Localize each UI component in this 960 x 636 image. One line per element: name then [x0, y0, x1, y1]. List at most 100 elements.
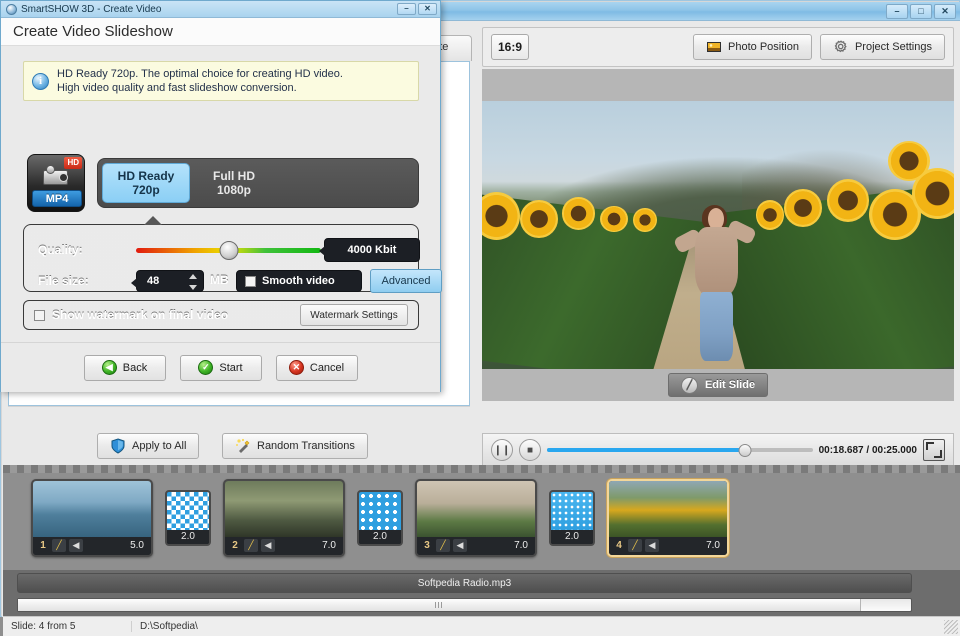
slide-info-bar: 2 ╱ ◀ 7.0 [225, 536, 343, 555]
transition-duration[interactable]: 2.0 [551, 529, 593, 544]
start-button[interactable]: ✓ Start [179, 354, 262, 381]
timeline-scrollbar-thumb[interactable] [18, 599, 861, 611]
photo-position-button[interactable]: Photo Position [693, 34, 812, 60]
bitrate-display: 4000 Kbit [319, 238, 420, 262]
fullscreen-button[interactable] [923, 439, 945, 461]
app-close-button[interactable]: ✕ [934, 4, 956, 19]
scrollbar-grip-icon [435, 602, 443, 608]
pause-button[interactable]: ❙❙ [491, 439, 513, 461]
slide-thumbnail-3[interactable]: 3 ╱ ◀ 7.0 [415, 478, 537, 557]
apply-to-all-label: Apply to All [132, 440, 187, 452]
slide-sound-icon[interactable]: ◀ [645, 539, 659, 552]
watermark-settings-button[interactable]: Watermark Settings [300, 304, 408, 326]
transition-preview-icon [167, 491, 209, 530]
slide-duration[interactable]: 7.0 [706, 540, 723, 551]
app-window-controls: – □ ✕ [886, 4, 956, 19]
dialog-close-button[interactable]: ✕ [418, 3, 437, 15]
app-maximize-button[interactable]: □ [910, 4, 932, 19]
aspect-ratio-button[interactable]: 16:9 [491, 34, 529, 60]
seek-slider[interactable] [547, 443, 813, 457]
slide-duration[interactable]: 7.0 [322, 540, 339, 551]
format-icon: HD MP4 [27, 154, 85, 212]
back-button[interactable]: ◀ Back [83, 354, 166, 381]
transition-2[interactable]: 2.0 [357, 489, 403, 546]
slide-info-bar: 4 ╱ ◀ 7.0 [609, 536, 727, 555]
dialog-minimize-button[interactable]: – [397, 3, 416, 15]
slide-edit-icon[interactable]: ╱ [52, 539, 66, 552]
resolution-option-2[interactable]: Full HD 1080p [190, 163, 278, 203]
project-settings-button[interactable]: Project Settings [819, 34, 945, 60]
random-transitions-button[interactable]: Random Transitions [222, 433, 368, 459]
filmstrip[interactable]: 1 ╱ ◀ 5.0 2.0 2 ╱ ◀ 7.0 2.0 3 ╱ ◀ 7.0 2.0 4 ╱ ◀ 7.0 [3, 465, 960, 570]
quality-slider-thumb[interactable] [219, 240, 238, 260]
quality-slider[interactable] [136, 240, 321, 260]
slide-edit-icon[interactable]: ╱ [436, 539, 450, 552]
slide-duration[interactable]: 7.0 [514, 540, 531, 551]
dialog-heading: Create Video Slideshow [1, 18, 440, 46]
mp4-badge: MP4 [32, 190, 82, 207]
slide-duration[interactable]: 5.0 [130, 540, 147, 551]
slide-image [417, 480, 535, 537]
spinner-arrows-icon[interactable] [188, 274, 197, 290]
info-banner: i HD Ready 720p. The optimal choice for … [23, 61, 419, 101]
bitrate-value: 4000 Kbit [347, 244, 397, 256]
slide-info-bar: 3 ╱ ◀ 7.0 [417, 536, 535, 555]
slide-image [33, 480, 151, 537]
status-slide-counter: Slide: 4 from 5 [11, 621, 76, 632]
advanced-button[interactable]: Advanced [370, 269, 442, 293]
timeline-scrollbar-area [3, 596, 960, 616]
info-line-2: High video quality and fast slideshow co… [57, 82, 297, 94]
stop-button[interactable]: ■ [519, 439, 541, 461]
slide-info-bar: 1 ╱ ◀ 5.0 [33, 536, 151, 555]
checkbox-icon[interactable] [245, 275, 256, 287]
apply-to-all-button[interactable]: Apply to All [97, 433, 200, 459]
button-label: Back [122, 361, 148, 374]
seek-thumb[interactable] [738, 443, 752, 457]
edit-slide-button[interactable]: ╱ Edit Slide [667, 373, 769, 397]
resolution-option-1[interactable]: HD Ready 720p [102, 163, 190, 203]
slide-sound-icon[interactable]: ◀ [453, 539, 467, 552]
back-arrow-icon: ◀ [101, 360, 117, 375]
slide-thumbnail-4[interactable]: 4 ╱ ◀ 7.0 [607, 478, 729, 557]
resolution-name: HD Ready [117, 169, 175, 183]
resolution-name: Full HD [213, 169, 255, 183]
filesize-label: File size: [38, 274, 89, 288]
resize-grip-icon[interactable] [944, 619, 958, 634]
player-bar: ❙❙ ■ 00:18.687 / 00:25.000 [482, 433, 954, 467]
slide-number: 2 [232, 540, 238, 551]
transition-1[interactable]: 2.0 [165, 489, 211, 546]
magic-wand-icon [236, 438, 250, 453]
dialog-titlebar-text: SmartSHOW 3D - Create Video [21, 3, 162, 15]
status-path: D:\Softpedia\ [131, 621, 944, 632]
hd-badge: HD [64, 157, 82, 169]
edit-slide-label: Edit Slide [704, 379, 756, 391]
slide-image [609, 480, 727, 537]
music-clip[interactable]: Softpedia Radio.mp3 [17, 573, 912, 593]
transition-preview-icon [359, 491, 401, 530]
preview-toolbar: 16:9 Photo Position Project Settings [482, 27, 954, 67]
time-display: 00:18.687 / 00:25.000 [818, 444, 917, 456]
timeline-scrollbar[interactable] [17, 598, 912, 612]
transition-duration[interactable]: 2.0 [167, 529, 209, 544]
slide-thumbnail-1[interactable]: 1 ╱ ◀ 5.0 [31, 478, 153, 557]
button-label: Cancel [309, 361, 345, 374]
cancel-button[interactable]: ✕ Cancel [275, 354, 358, 381]
dialog-footer: ◀ Back ✓ Start ✕ Cancel [1, 342, 440, 392]
gear-icon [834, 40, 847, 53]
slide-edit-icon[interactable]: ╱ [244, 539, 258, 552]
panel-pointer [144, 216, 162, 225]
slide-sound-icon[interactable]: ◀ [69, 539, 83, 552]
app-minimize-button[interactable]: – [886, 4, 908, 19]
transition-3[interactable]: 2.0 [549, 489, 595, 546]
slide-edit-icon[interactable]: ╱ [628, 539, 642, 552]
resolution-selector[interactable]: HD Ready 720p Full HD 1080p [97, 158, 419, 208]
dialog-body: i HD Ready 720p. The optimal choice for … [1, 46, 442, 392]
photo-position-icon [707, 42, 722, 52]
slide-thumbnail-2[interactable]: 2 ╱ ◀ 7.0 [223, 478, 345, 557]
filesize-input[interactable]: 48 [131, 270, 204, 292]
watermark-checkbox[interactable] [34, 309, 45, 321]
resolution-value: 720p [132, 183, 160, 197]
smooth-video-checkbox[interactable]: Smooth video [236, 270, 362, 292]
transition-duration[interactable]: 2.0 [359, 529, 401, 544]
slide-sound-icon[interactable]: ◀ [261, 539, 275, 552]
